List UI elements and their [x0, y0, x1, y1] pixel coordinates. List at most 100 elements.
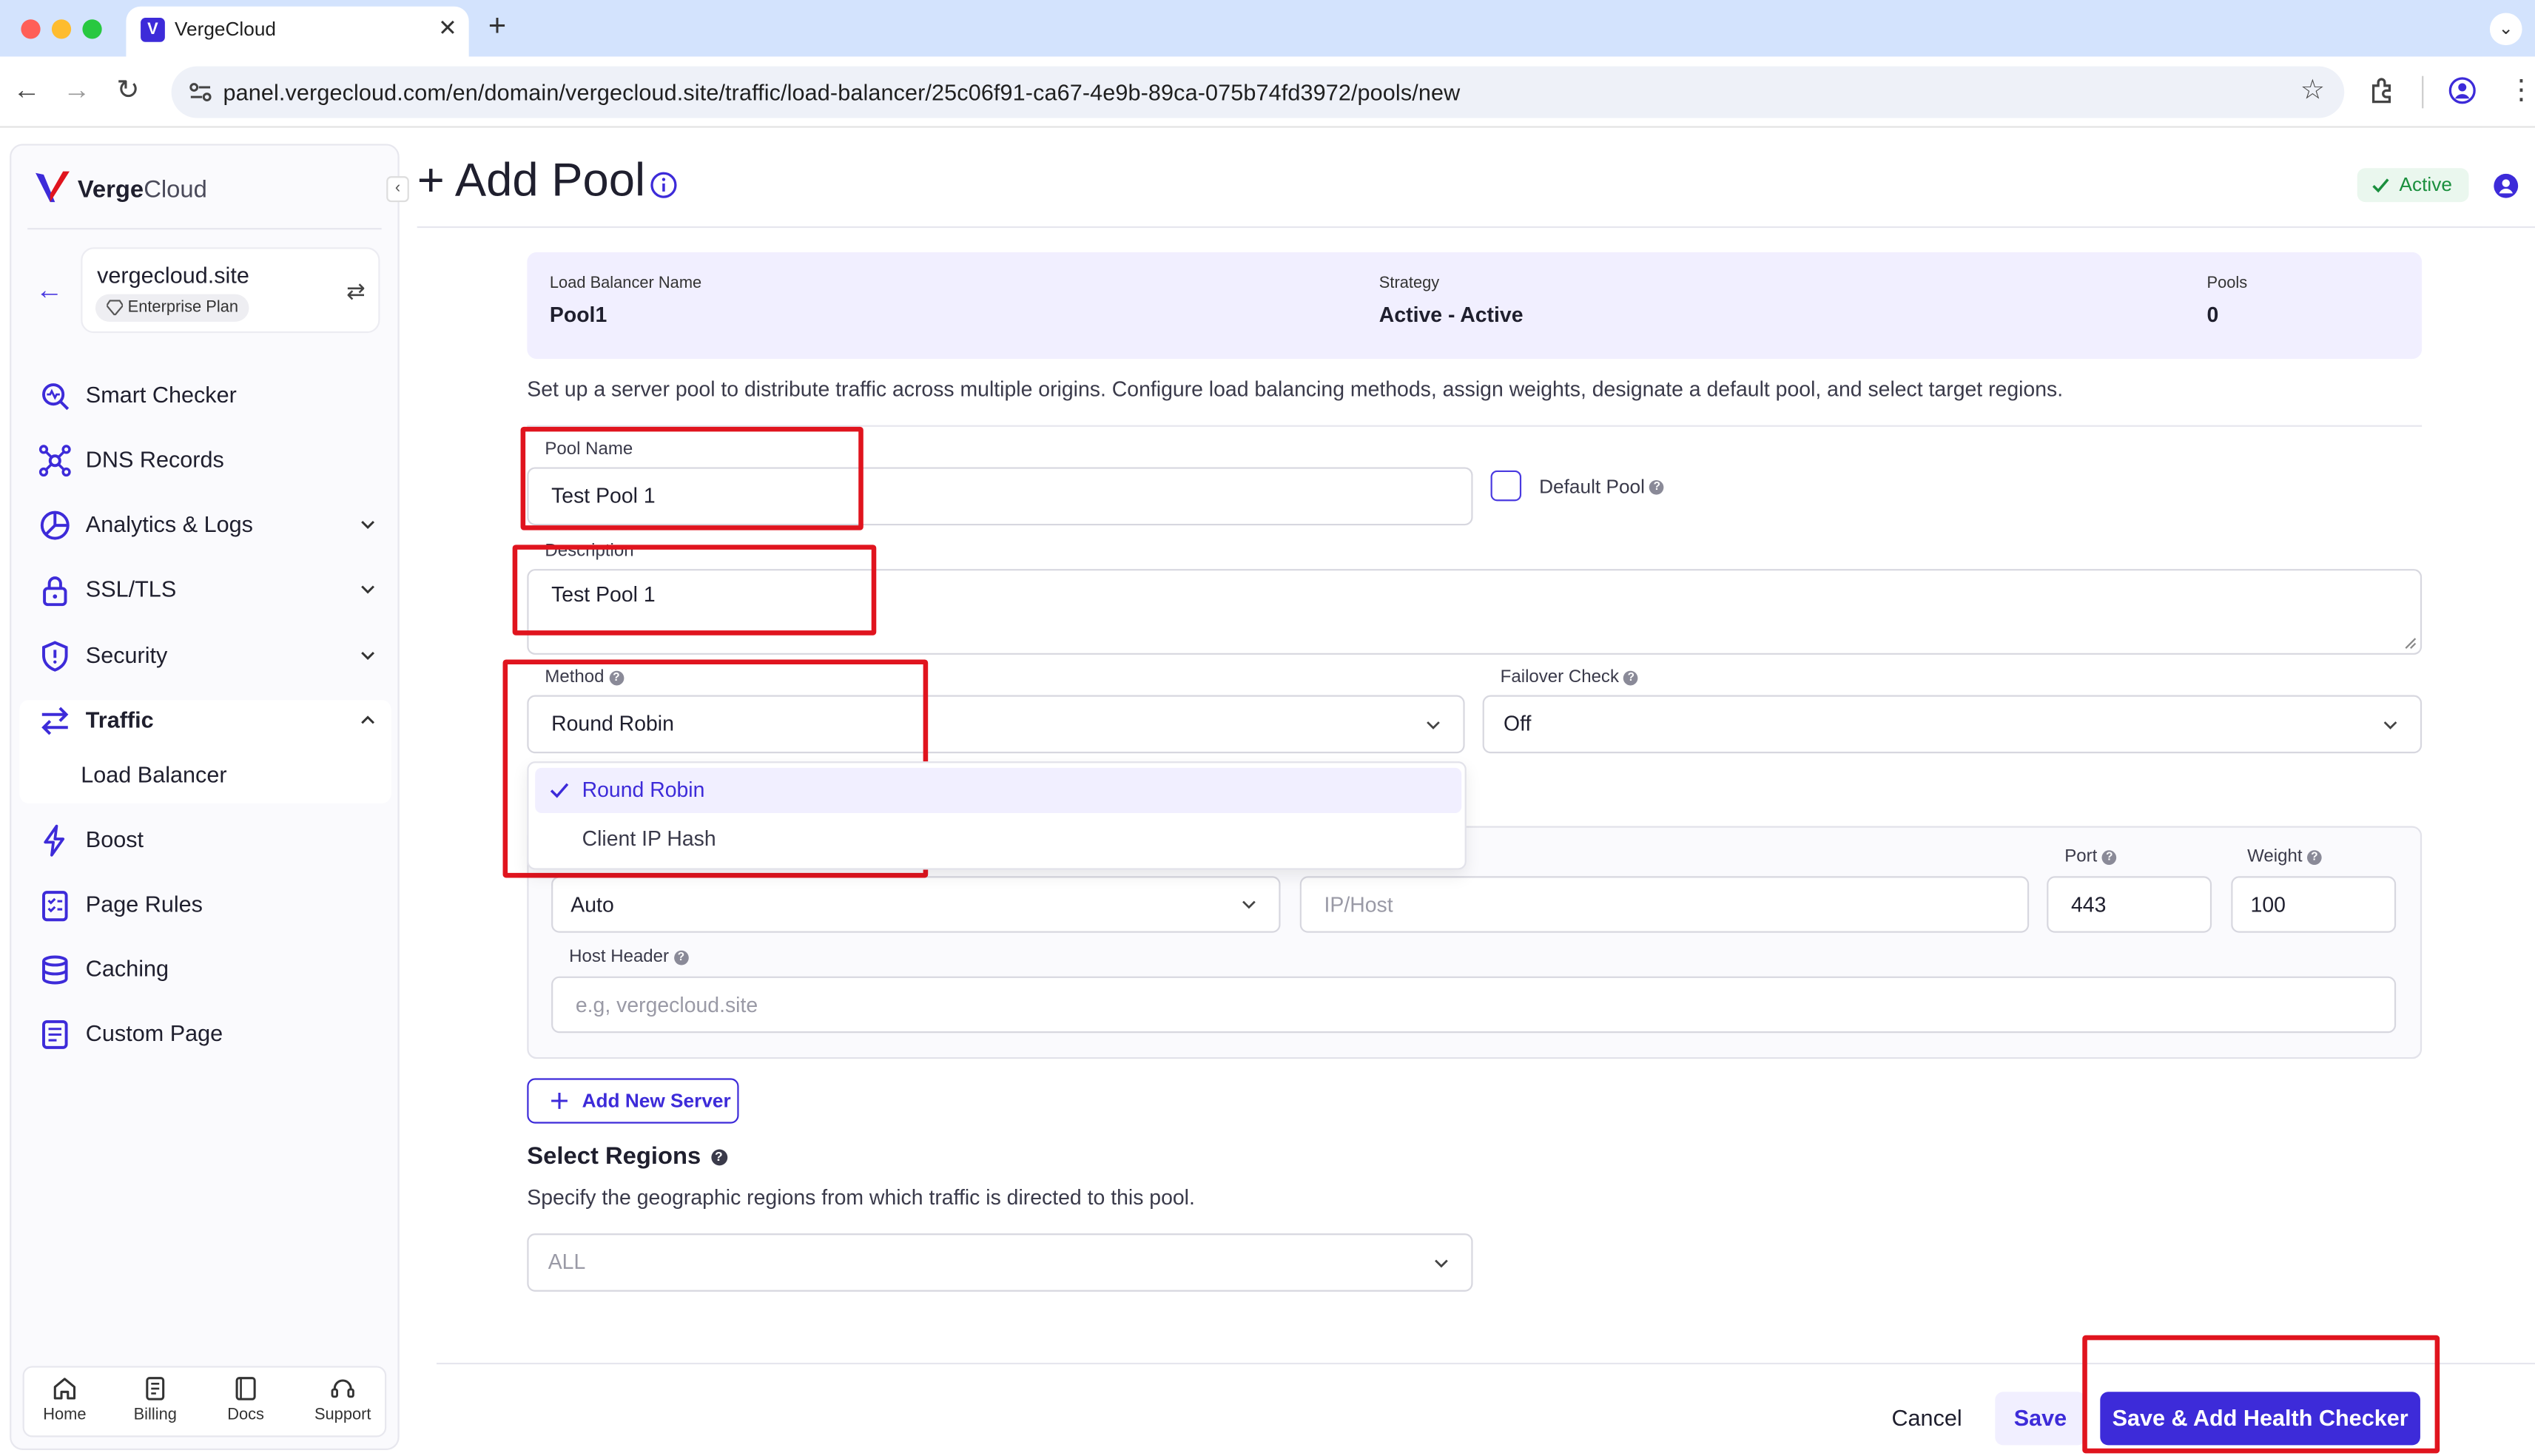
database-icon [42, 955, 68, 985]
extensions-icon[interactable] [2369, 76, 2397, 105]
billing-icon [146, 1377, 165, 1401]
switch-domain-icon[interactable]: ⇄ [346, 278, 366, 306]
load-balancer-summary: Load Balancer Name Pool1 Strategy Active… [527, 252, 2423, 360]
browser-tab-bar: V VergeCloud ✕ + ⌄ [0, 0, 2535, 57]
method-select[interactable]: Round Robin [527, 695, 1465, 754]
new-tab-icon[interactable]: + [488, 10, 506, 45]
browser-toolbar: ← → ↻ panel.vergecloud.com/en/domain/ver… [0, 56, 2535, 128]
method-option-round-robin[interactable]: Round Robin [535, 767, 1462, 814]
diamond-icon [107, 300, 124, 316]
home-button[interactable]: Home [24, 1375, 105, 1424]
chevron-up-icon [361, 715, 374, 724]
save-and-add-health-checker-button[interactable]: Save & Add Health Checker [2100, 1392, 2420, 1446]
default-pool-checkbox[interactable] [1490, 470, 1522, 502]
reload-icon[interactable]: ↻ [116, 75, 139, 107]
check-icon [2372, 178, 2389, 193]
chevron-down-icon [361, 521, 374, 530]
custom-page-icon [42, 1019, 68, 1049]
profile-icon[interactable] [2448, 76, 2477, 105]
host-header-input[interactable]: e.g, vergecloud.site [551, 976, 2397, 1034]
smart-checker-icon [42, 383, 70, 411]
chevron-down-icon [361, 585, 374, 594]
sidebar: VergeCloud ‹ ← vergecloud.site Enterpris… [10, 144, 409, 1450]
info-icon[interactable] [650, 172, 677, 199]
default-pool-label: Default Pool? [1539, 475, 1665, 498]
help-icon: ? [673, 949, 689, 965]
window-close-dot[interactable] [21, 19, 41, 39]
save-button[interactable]: Save [1995, 1392, 2086, 1446]
browser-tab[interactable]: V VergeCloud ✕ [126, 6, 469, 57]
user-account-icon[interactable] [2493, 173, 2519, 199]
regions-select[interactable]: ALL [527, 1233, 1473, 1292]
resize-grip-icon[interactable] [2404, 637, 2417, 650]
summary-strategy: Strategy Active - Active [1378, 274, 1524, 327]
weight-input[interactable]: 100 [2231, 876, 2397, 933]
traffic-icon [41, 707, 69, 735]
sidebar-item-dns-records[interactable]: DNS Records [11, 431, 397, 490]
address-bar[interactable]: panel.vergecloud.com/en/domain/vergeclou… [171, 66, 2345, 118]
select-regions-title: Select Regions? [527, 1143, 727, 1170]
domain-name: vergecloud.site [97, 261, 249, 288]
brand-name: VergeCloud [77, 176, 207, 204]
sidebar-item-custom-page[interactable]: Custom Page [11, 1005, 397, 1064]
collapse-sidebar-button[interactable]: ‹ [386, 176, 409, 203]
site-settings-icon[interactable] [187, 79, 213, 105]
docs-button[interactable]: Docs [205, 1375, 286, 1424]
window-zoom-dot[interactable] [82, 19, 102, 39]
sidebar-item-boost[interactable]: Boost [11, 812, 397, 870]
page-rules-icon [42, 891, 68, 922]
method-label: Method? [545, 667, 624, 687]
support-button[interactable]: Support [303, 1375, 383, 1424]
cancel-button[interactable]: Cancel [1891, 1405, 1962, 1431]
home-icon [53, 1378, 76, 1400]
domain-card[interactable]: vergecloud.site Enterprise Plan ⇄ [81, 247, 380, 334]
method-option-client-ip-hash[interactable]: Client IP Hash [535, 816, 1461, 861]
plus-icon [551, 1093, 568, 1109]
help-icon: ? [1649, 480, 1665, 496]
back-arrow-icon[interactable]: ← [13, 75, 40, 107]
sidebar-item-security[interactable]: Security [11, 627, 397, 686]
forward-arrow-icon[interactable]: → [63, 75, 90, 107]
chevron-down-icon [1435, 1259, 1448, 1268]
help-icon: ? [1623, 670, 1639, 685]
tab-search-icon[interactable]: ⌄ [2489, 13, 2522, 46]
method-dropdown-menu: Round Robin Client IP Hash [527, 761, 1467, 870]
vergecloud-logo-icon [36, 171, 70, 203]
pool-name-label: Pool Name [545, 439, 633, 459]
back-to-domains-icon[interactable]: ← [36, 274, 63, 307]
analytics-icon [40, 510, 70, 540]
sidebar-item-page-rules[interactable]: Page Rules [11, 876, 397, 934]
sidebar-item-smart-checker[interactable]: Smart Checker [11, 367, 397, 425]
support-icon [331, 1379, 354, 1398]
sidebar-item-load-balancer[interactable]: Load Balancer [81, 761, 226, 787]
description-textarea[interactable]: Test Pool 1 [527, 569, 2423, 655]
sidebar-item-ssl-tls[interactable]: SSL/TLS [11, 561, 397, 619]
intro-text: Set up a server pool to distribute traff… [527, 377, 2064, 401]
billing-button[interactable]: Billing [115, 1375, 195, 1424]
add-new-server-button[interactable]: Add New Server [527, 1078, 739, 1124]
sidebar-item-traffic[interactable]: Traffic [11, 692, 397, 750]
sidebar-bottom-bar: Home Billing Docs Support [22, 1366, 387, 1438]
summary-lb-name: Load Balancer Name Pool1 [549, 274, 702, 327]
bookmark-star-icon[interactable]: ☆ [2300, 75, 2325, 107]
sidebar-item-caching[interactable]: Caching [11, 941, 397, 1000]
browser-menu-icon[interactable]: ⋮ [2508, 75, 2535, 107]
url-text: panel.vergecloud.com/en/domain/vergeclou… [223, 79, 1461, 106]
failover-check-label: Failover Check? [1501, 667, 1639, 687]
sidebar-item-analytics-logs[interactable]: Analytics & Logs [11, 496, 397, 555]
select-regions-description: Specify the geographic regions from whic… [527, 1184, 1195, 1210]
pool-name-input[interactable]: Test Pool 1 [527, 467, 1473, 526]
server-type-select[interactable]: Auto [551, 876, 1281, 933]
port-input[interactable]: 443 [2047, 876, 2212, 933]
bolt-icon [44, 824, 65, 857]
description-label: Description [545, 541, 634, 562]
window-minimize-dot[interactable] [51, 19, 72, 39]
tab-close-icon[interactable]: ✕ [438, 15, 457, 42]
port-label: Port? [2064, 847, 2117, 866]
failover-check-select[interactable]: Off [1482, 695, 2423, 754]
ip-host-input[interactable]: IP/Host [1299, 876, 2030, 933]
help-icon: ? [2307, 849, 2322, 865]
help-icon: ? [710, 1149, 727, 1166]
status-badge: Active [2357, 168, 2468, 203]
chevron-down-icon [2383, 721, 2397, 729]
